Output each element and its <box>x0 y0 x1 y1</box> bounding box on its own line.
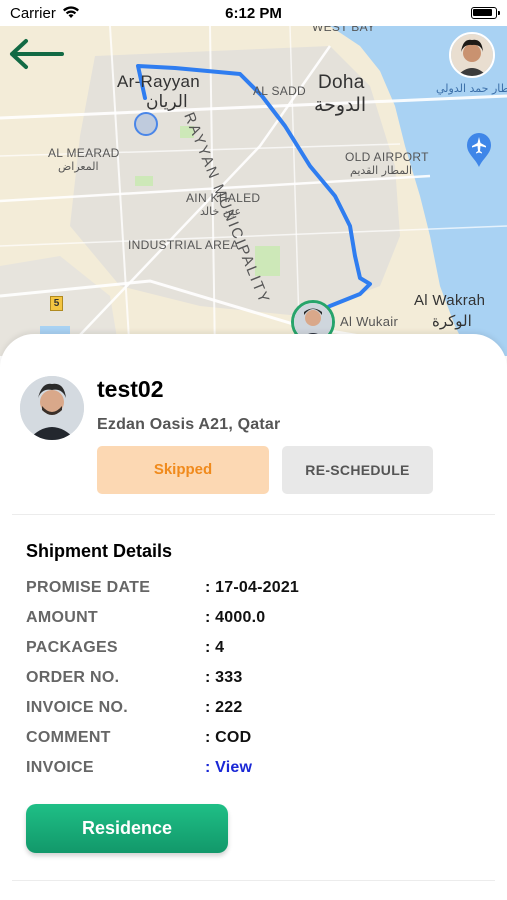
delivery-details-sheet: test02 Ezdan Oasis A21, Qatar Skipped RE… <box>0 334 507 900</box>
detail-value: : 4 <box>205 639 225 656</box>
detail-key: PROMISE DATE <box>26 579 151 596</box>
detail-row-amount: AMOUNT : 4000.0 <box>26 609 486 631</box>
map-label-al-wukair: Al Wukair <box>340 314 399 329</box>
map-label-al-wakrah: Al Wakrah <box>414 292 486 309</box>
customer-name: test02 <box>97 376 164 402</box>
divider <box>12 880 495 881</box>
route-map[interactable]: WEST BAY Ar-Rayyan الريان AL SADD Doha ا… <box>0 26 507 356</box>
map-label-old-airport-ar: المطار القديم <box>350 164 413 177</box>
road-number-badge: 5 <box>50 296 63 311</box>
map-label-al-sadd: AL SADD <box>253 84 307 98</box>
detail-row-invoice: INVOICE : View <box>26 759 486 781</box>
detail-key: ORDER NO. <box>26 669 120 686</box>
map-label-al-wakrah-ar: الوكرة <box>432 312 472 330</box>
detail-row-promise-date: PROMISE DATE : 17-04-2021 <box>26 579 486 601</box>
detail-key: AMOUNT <box>26 609 99 626</box>
detail-key: PACKAGES <box>26 639 118 656</box>
map-label-old-airport: OLD AIRPORT <box>345 150 429 164</box>
detail-value: : 17-04-2021 <box>205 579 300 596</box>
map-label-west-bay: WEST BAY <box>312 26 376 34</box>
view-invoice-link[interactable]: : View <box>205 759 252 777</box>
battery-icon <box>471 7 500 19</box>
status-bar: Carrier 6:12 PM <box>0 0 507 26</box>
divider <box>12 514 495 515</box>
detail-key: INVOICE NO. <box>26 699 128 716</box>
map-label-doha-ar: الدوحة <box>314 94 367 116</box>
map-label-ain-khaled: AIN KHALED <box>186 191 261 205</box>
detail-value: : 222 <box>205 699 243 716</box>
reschedule-button[interactable]: RE-SCHEDULE <box>282 446 433 494</box>
profile-avatar[interactable] <box>449 32 495 78</box>
shipment-details-title: Shipment Details <box>26 541 173 561</box>
detail-value: : 4000.0 <box>205 609 266 626</box>
map-label-hamad-airport-ar: مطار حمد الدولي <box>436 82 507 95</box>
map-label-ar-rayyan-ar: الريان <box>146 92 188 112</box>
back-arrow-icon[interactable] <box>4 34 66 74</box>
map-label-industrial-area: INDUSTRIAL AREA <box>128 238 239 252</box>
clock: 6:12 PM <box>225 5 282 22</box>
detail-key: INVOICE <box>26 759 94 776</box>
map-label-ar-rayyan: Ar-Rayyan <box>117 72 201 91</box>
map-label-doha: Doha <box>318 72 365 93</box>
detail-row-comment: COMMENT : COD <box>26 729 486 751</box>
start-location-icon <box>134 112 158 136</box>
detail-value: : 333 <box>205 669 243 686</box>
detail-row-invoice-no: INVOICE NO. : 222 <box>26 699 486 721</box>
customer-address: Ezdan Oasis A21, Qatar <box>97 416 281 433</box>
detail-row-packages: PACKAGES : 4 <box>26 639 486 661</box>
map-label-ain-khaled-ar: عين خالد <box>200 205 242 218</box>
customer-avatar <box>20 376 84 440</box>
skipped-button[interactable]: Skipped <box>97 446 269 494</box>
map-label-al-mearad-ar: المعراض <box>58 160 99 173</box>
detail-key: COMMENT <box>26 729 111 746</box>
map-label-al-mearad: AL MEARAD <box>48 146 120 160</box>
detail-value: : COD <box>205 729 252 746</box>
airport-pin-icon[interactable] <box>465 132 493 168</box>
residence-button[interactable]: Residence <box>26 804 228 853</box>
detail-row-order-no: ORDER NO. : 333 <box>26 669 486 691</box>
